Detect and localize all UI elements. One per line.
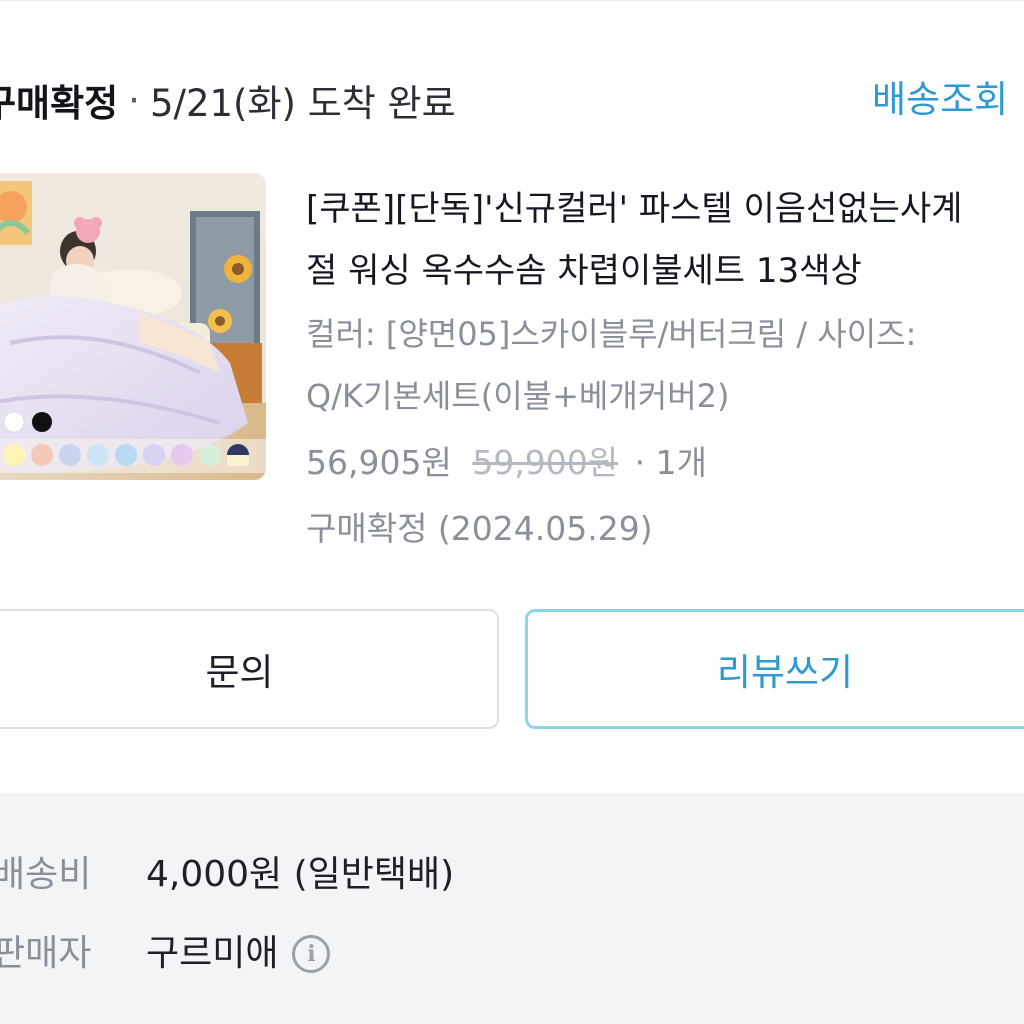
order-info-panel: 배송비 4,000원 (일반택배) 판매자 구르미애 i — [0, 793, 1024, 1024]
top-divider — [0, 0, 1024, 1]
order-item-page: 구매확정 · 5/21(화) 도착 완료 배송조회 — [0, 0, 1024, 1024]
quantity: · 1개 — [634, 443, 707, 482]
seller-name[interactable]: 구르미애 — [146, 924, 278, 984]
info-circle-icon[interactable]: i — [292, 935, 331, 973]
inquiry-button-label: 문의 — [205, 651, 274, 694]
status-separator: · — [128, 78, 140, 122]
delivery-status-detail: 5/21(화) 도착 완료 — [149, 82, 456, 125]
price-row: 56,905원 59,900원 · 1개 — [306, 432, 707, 494]
shipping-fee-value: 4,000원 (일반택배) — [146, 854, 455, 895]
product-title-line2: 절 워싱 옥수수솜 차렵이불세트 13색상 — [306, 251, 862, 291]
purchase-confirm-date: 구매확정 (2024.05.29) — [306, 509, 653, 548]
order-status-label: 구매확정 — [0, 82, 119, 125]
seller-value-group: 구르미애 i — [146, 924, 331, 984]
sale-price: 56,905원 — [306, 443, 452, 482]
original-price: 59,900원 — [472, 443, 619, 482]
write-review-button[interactable]: 리뷰쓰기 — [525, 609, 1024, 729]
product-thumbnail[interactable] — [0, 173, 266, 480]
inquiry-button[interactable]: 문의 — [0, 609, 499, 729]
write-review-button-label: 리뷰쓰기 — [716, 651, 854, 694]
order-status-row: 구매확정 · 5/21(화) 도착 완료 — [0, 72, 456, 128]
product-title[interactable]: [쿠폰][단독]'신규컬러' 파스텔 이음선없는사계 절 워싱 옥수수솜 차렵이… — [306, 178, 1024, 302]
product-option-line1: 컬러: [양면05]스카이블루/버터크림 / 사이즈: — [306, 315, 917, 353]
product-photo-bedding — [0, 173, 266, 480]
shipping-fee-label: 배송비 — [0, 854, 92, 895]
track-delivery-link[interactable]: 배송조회 — [872, 72, 1008, 128]
product-option: 컬러: [양면05]스카이블루/버터크림 / 사이즈: Q/K기본세트(이불+베… — [306, 303, 1024, 427]
product-title-line1: [쿠폰][단독]'신규컬러' 파스텔 이음선없는사계 — [306, 189, 963, 229]
product-option-line2: Q/K기본세트(이불+베개커버2) — [306, 377, 730, 415]
seller-label: 판매자 — [0, 933, 92, 974]
